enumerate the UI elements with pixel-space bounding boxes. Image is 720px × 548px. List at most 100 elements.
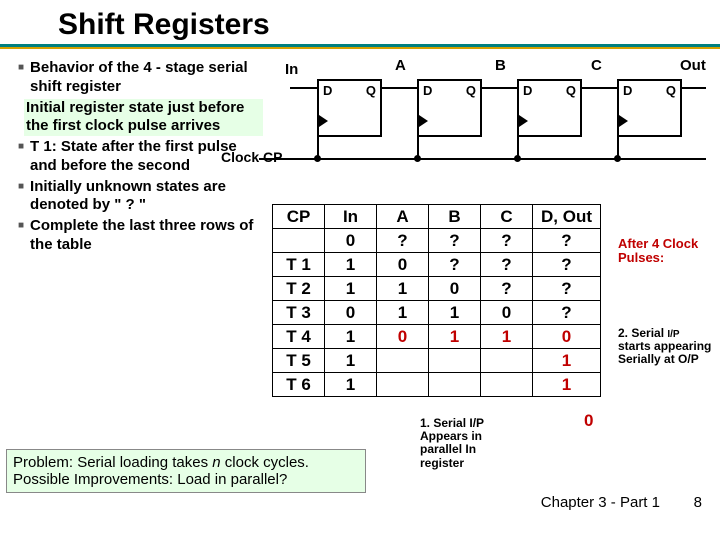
- extra-d-value: 0: [584, 411, 593, 431]
- footer-page: 8: [694, 494, 702, 511]
- cell: T 6: [273, 373, 325, 397]
- pin-q: Q: [466, 83, 476, 98]
- th-cp: CP: [273, 205, 325, 229]
- wire: [517, 122, 519, 159]
- pin-q: Q: [566, 83, 576, 98]
- cell: [429, 349, 481, 373]
- label-out: Out: [680, 57, 706, 74]
- problem-var: n: [212, 454, 220, 471]
- problem-box: Problem: Serial loading takes n clock cy…: [6, 449, 366, 493]
- junction-dot-icon: [314, 155, 321, 162]
- pin-q: Q: [366, 83, 376, 98]
- table-row: T 30110?: [273, 301, 601, 325]
- bullet-text: Initial register state just before the f…: [24, 99, 263, 137]
- label-c: C: [591, 57, 602, 74]
- label-b: B: [495, 57, 506, 74]
- cell: ?: [533, 277, 601, 301]
- cell: [377, 373, 429, 397]
- clock-triangle-icon: [619, 115, 628, 127]
- cell: 0: [481, 301, 533, 325]
- cell: 0: [325, 229, 377, 253]
- table-row: T 410110: [273, 325, 601, 349]
- bullet-icon: ■: [18, 217, 24, 255]
- note-after4: After 4 Clock Pulses:: [618, 237, 708, 266]
- clock-triangle-icon: [319, 115, 328, 127]
- cell: [481, 373, 533, 397]
- th-c: C: [481, 205, 533, 229]
- bullet-text: Complete the last three rows of the tabl…: [30, 217, 263, 255]
- note-serial1: 1. Serial I/P Appears in parallel In reg…: [420, 417, 510, 470]
- problem-text: Possible Improvements: Load in parallel?: [13, 471, 287, 488]
- cell: 0: [377, 253, 429, 277]
- flipflop: DQ: [617, 79, 682, 137]
- cell: [273, 229, 325, 253]
- cell: T 5: [273, 349, 325, 373]
- bullet-text: Behavior of the 4 - stage serial shift r…: [30, 59, 263, 97]
- cell: ?: [481, 277, 533, 301]
- cell: [481, 349, 533, 373]
- note-serial2: 2. Serial I/P starts appearing Serially …: [618, 327, 713, 367]
- wire: [317, 122, 319, 159]
- table-row: T 2110??: [273, 277, 601, 301]
- problem-text: clock cycles.: [221, 454, 309, 471]
- table-row: 0????: [273, 229, 601, 253]
- cell: 0: [325, 301, 377, 325]
- cell: ?: [481, 253, 533, 277]
- cell: 0: [533, 325, 601, 349]
- cell: ?: [429, 229, 481, 253]
- label-clock: Clock CP: [221, 149, 282, 165]
- cell: T 1: [273, 253, 325, 277]
- wire: [482, 87, 517, 89]
- cell: [429, 373, 481, 397]
- note-text: After 4 Clock Pulses:: [618, 236, 698, 265]
- cell: [377, 349, 429, 373]
- flipflop: DQ: [417, 79, 482, 137]
- cell: ?: [377, 229, 429, 253]
- table-header-row: CP In A B C D, Out: [273, 205, 601, 229]
- cell: ?: [533, 229, 601, 253]
- cell: T 3: [273, 301, 325, 325]
- pin-d: D: [523, 83, 532, 98]
- pin-d: D: [323, 83, 332, 98]
- cell: 1: [377, 301, 429, 325]
- junction-dot-icon: [514, 155, 521, 162]
- clock-triangle-icon: [419, 115, 428, 127]
- table-row: T 511: [273, 349, 601, 373]
- junction-dot-icon: [614, 155, 621, 162]
- cell: 1: [325, 277, 377, 301]
- state-table: CP In A B C D, Out 0???? T 110??? T 2110…: [272, 204, 601, 397]
- bullet-text: Initially unknown states are denoted by …: [30, 178, 263, 216]
- cell: ?: [533, 253, 601, 277]
- flipflop: DQ: [317, 79, 382, 137]
- cell: ?: [533, 301, 601, 325]
- cell: T 4: [273, 325, 325, 349]
- bullet-icon: ■: [18, 59, 24, 97]
- note-text: starts appearing Serially at O/P: [618, 339, 711, 366]
- label-in: In: [285, 61, 298, 78]
- problem-text: Problem: Serial loading takes: [13, 454, 212, 471]
- table-row: T 110???: [273, 253, 601, 277]
- wire: [582, 87, 617, 89]
- pin-d: D: [423, 83, 432, 98]
- wire: [617, 122, 619, 159]
- cell: ?: [429, 253, 481, 277]
- cell: 1: [325, 325, 377, 349]
- cell: 0: [429, 277, 481, 301]
- wire: [682, 87, 706, 89]
- content-area: ■Behavior of the 4 - stage serial shift …: [0, 49, 720, 519]
- wire: [382, 87, 417, 89]
- wire-clock: [259, 158, 706, 160]
- cell: 1: [533, 373, 601, 397]
- th-a: A: [377, 205, 429, 229]
- cell: 1: [481, 325, 533, 349]
- shift-register-diagram: In A B C Out DQ DQ DQ DQ Clock CP: [295, 61, 705, 171]
- cell: 1: [325, 253, 377, 277]
- cell: 1: [377, 277, 429, 301]
- cell: 0: [377, 325, 429, 349]
- wire: [417, 122, 419, 159]
- junction-dot-icon: [414, 155, 421, 162]
- bullet-icon: ■: [18, 178, 24, 216]
- label-a: A: [395, 57, 406, 74]
- flipflop: DQ: [517, 79, 582, 137]
- cell: 1: [325, 349, 377, 373]
